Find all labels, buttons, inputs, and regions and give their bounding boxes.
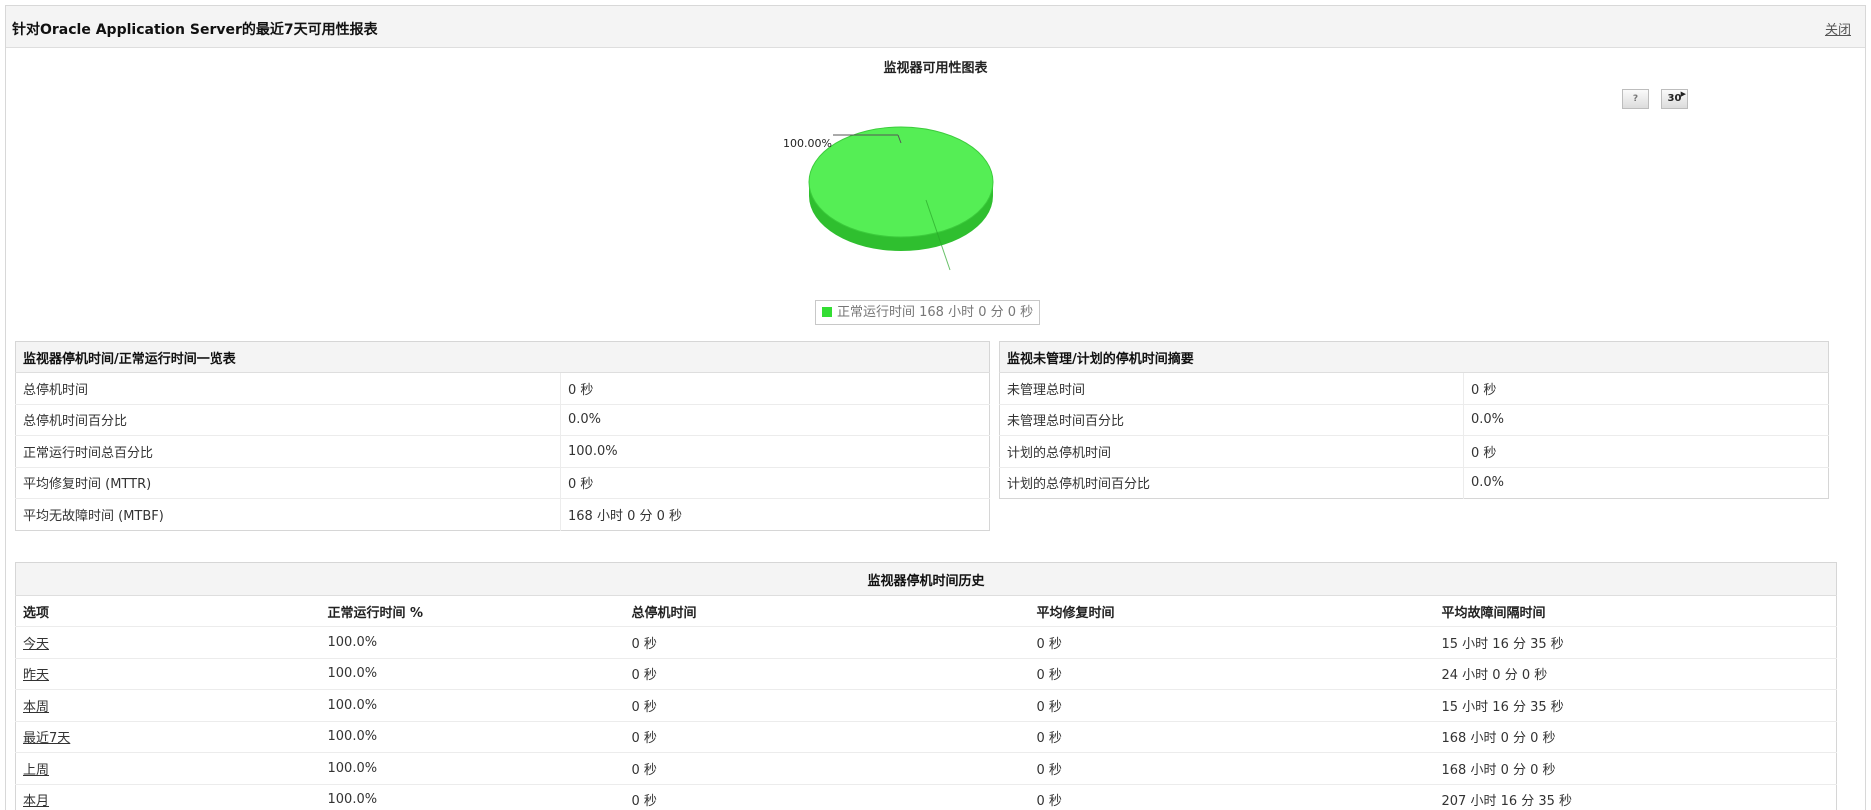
pie-slice-top <box>808 126 994 238</box>
row-label: 计划的总停机时间 <box>999 435 1464 467</box>
mttr-cell: 0 秒 <box>1029 720 1435 753</box>
row-value: 0.0% <box>1463 466 1829 499</box>
column-header-mttr: 平均修复时间 <box>1029 595 1435 627</box>
row-label: 平均无故障时间 (MTBF) <box>15 498 561 530</box>
row-value: 100.0% <box>560 435 990 467</box>
row-label: 未管理总时间 <box>999 372 1464 404</box>
help-button[interactable]: ? <box>1622 89 1649 109</box>
table-row: 总停机时间百分比 0.0% <box>15 403 990 436</box>
uptime-cell: 100.0% <box>320 689 625 721</box>
mtbf-cell: 24 小时 0 分 0 秒 <box>1434 657 1837 690</box>
row-label: 总停机时间 <box>15 372 561 404</box>
row-value: 0 秒 <box>1463 372 1829 404</box>
period-30-days-button[interactable]: 30 ▶ <box>1661 89 1688 109</box>
pie-slice-uptime <box>808 126 994 251</box>
table-row: 计划的总停机时间 0 秒 <box>999 435 1829 467</box>
mtbf-cell: 168 小时 0 分 0 秒 <box>1434 720 1837 753</box>
panel-header: 针对Oracle Application Server的最近7天可用性报表 关闭 <box>6 6 1865 48</box>
mttr-cell: 0 秒 <box>1029 752 1435 784</box>
row-value: 0.0% <box>560 403 990 436</box>
page-title: 针对Oracle Application Server的最近7天可用性报表 <box>12 22 378 38</box>
help-button-label: ? <box>1632 94 1639 104</box>
period-link-last-week[interactable]: 上周 <box>23 763 49 778</box>
mttr-cell: 0 秒 <box>1029 689 1435 721</box>
history-header-row: 选项 正常运行时间 % 总停机时间 平均修复时间 平均故障间隔时间 <box>15 595 1837 627</box>
mttr-cell: 0 秒 <box>1029 626 1435 658</box>
downtime-summary-table: 监视器停机时间/正常运行时间一览表 总停机时间 0 秒 总停机时间百分比 0.0% … <box>15 341 990 531</box>
legend-label-uptime: 正常运行时间 168 小时 0 分 0 秒 <box>837 305 1034 320</box>
downtime-summary-title: 监视器停机时间/正常运行时间一览表 <box>15 341 990 373</box>
close-link[interactable]: 关闭 <box>1825 19 1851 38</box>
column-header-period: 选项 <box>15 595 321 627</box>
downtime-cell: 0 秒 <box>624 752 1030 784</box>
column-header-mtbf: 平均故障间隔时间 <box>1434 595 1837 627</box>
uptime-cell: 100.0% <box>320 626 625 658</box>
mtbf-cell: 15 小时 16 分 35 秒 <box>1434 626 1837 658</box>
table-row: 平均修复时间 (MTTR) 0 秒 <box>15 466 990 499</box>
row-label: 未管理总时间百分比 <box>999 403 1464 436</box>
mtbf-cell: 168 小时 0 分 0 秒 <box>1434 752 1837 784</box>
chart-legend: 正常运行时间 168 小时 0 分 0 秒 <box>815 300 1041 325</box>
period-30-days-label: 30 <box>1667 93 1682 104</box>
table-row: 昨天 100.0% 0 秒 0 秒 24 小时 0 分 0 秒 <box>15 657 1837 690</box>
row-value: 0 秒 <box>560 466 990 499</box>
downtime-cell: 0 秒 <box>624 783 1030 810</box>
column-header-downtime: 总停机时间 <box>624 595 1030 627</box>
unmanaged-summary-title: 监视未管理/计划的停机时间摘要 <box>999 341 1829 373</box>
period-link-yesterday[interactable]: 昨天 <box>23 668 49 683</box>
downtime-history-table: 监视器停机时间历史 选项 正常运行时间 % 总停机时间 平均修复时间 平均故障间… <box>15 562 1837 810</box>
table-row: 未管理总时间百分比 0.0% <box>999 403 1829 436</box>
unmanaged-downtime-summary-table: 监视未管理/计划的停机时间摘要 未管理总时间 0 秒 未管理总时间百分比 0.0% … <box>999 341 1829 499</box>
table-row: 上周 100.0% 0 秒 0 秒 168 小时 0 分 0 秒 <box>15 752 1837 784</box>
period-link-this-week[interactable]: 本周 <box>23 700 49 715</box>
table-row: 总停机时间 0 秒 <box>15 372 990 404</box>
period-link-last-7-days[interactable]: 最近7天 <box>23 731 70 746</box>
mttr-cell: 0 秒 <box>1029 657 1435 690</box>
table-row: 本月 100.0% 0 秒 0 秒 207 小时 16 分 35 秒 <box>15 783 1837 810</box>
row-value: 0.0% <box>1463 403 1829 436</box>
legend-swatch-uptime <box>822 307 832 317</box>
row-label: 平均修复时间 (MTTR) <box>15 466 561 499</box>
row-value: 0 秒 <box>560 372 990 404</box>
period-link-today[interactable]: 今天 <box>23 637 49 652</box>
table-row: 计划的总停机时间百分比 0.0% <box>999 466 1829 499</box>
table-row: 本周 100.0% 0 秒 0 秒 15 小时 16 分 35 秒 <box>15 689 1837 721</box>
column-header-uptime: 正常运行时间 % <box>320 595 625 627</box>
mttr-cell: 0 秒 <box>1029 783 1435 810</box>
table-row: 平均无故障时间 (MTBF) 168 小时 0 分 0 秒 <box>15 498 990 530</box>
uptime-cell: 100.0% <box>320 657 625 690</box>
table-row: 今天 100.0% 0 秒 0 秒 15 小时 16 分 35 秒 <box>15 626 1837 658</box>
row-value: 0 秒 <box>1463 435 1829 467</box>
row-label: 正常运行时间总百分比 <box>15 435 561 467</box>
play-arrow-icon: ▶ <box>1680 90 1686 98</box>
row-label: 计划的总停机时间百分比 <box>999 466 1464 499</box>
uptime-cell: 100.0% <box>320 752 625 784</box>
table-row: 最近7天 100.0% 0 秒 0 秒 168 小时 0 分 0 秒 <box>15 720 1837 753</box>
mtbf-cell: 207 小时 16 分 35 秒 <box>1434 783 1837 810</box>
downtime-cell: 0 秒 <box>624 626 1030 658</box>
downtime-cell: 0 秒 <box>624 657 1030 690</box>
table-row: 正常运行时间总百分比 100.0% <box>15 435 990 467</box>
pie-slice-data-label: 100.00% <box>783 137 832 150</box>
mtbf-cell: 15 小时 16 分 35 秒 <box>1434 689 1837 721</box>
uptime-cell: 100.0% <box>320 783 625 810</box>
table-row: 未管理总时间 0 秒 <box>999 372 1829 404</box>
period-link-this-month[interactable]: 本月 <box>23 794 49 809</box>
history-title: 监视器停机时间历史 <box>15 562 1837 596</box>
row-value: 168 小时 0 分 0 秒 <box>560 498 990 530</box>
downtime-cell: 0 秒 <box>624 720 1030 753</box>
uptime-cell: 100.0% <box>320 720 625 753</box>
chart-title: 监视器可用性图表 <box>883 61 988 76</box>
downtime-cell: 0 秒 <box>624 689 1030 721</box>
row-label: 总停机时间百分比 <box>15 403 561 436</box>
